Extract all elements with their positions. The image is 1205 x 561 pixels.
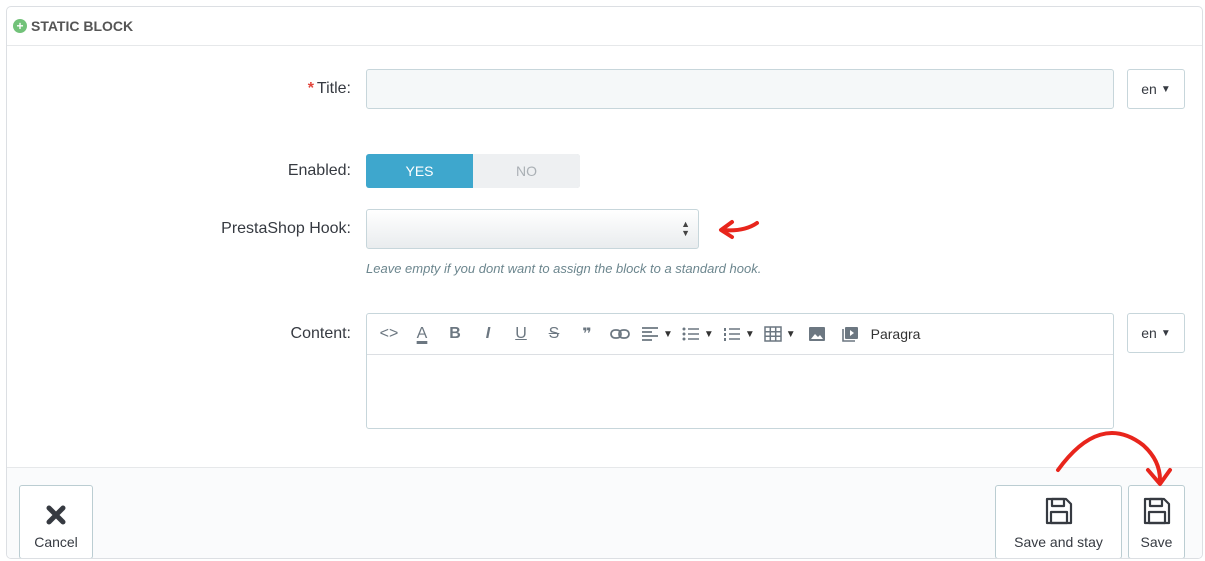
- insert-media-button[interactable]: [838, 320, 862, 348]
- select-arrows-icon: ▲ ▼: [681, 219, 690, 238]
- enabled-switch[interactable]: YES NO: [366, 154, 580, 188]
- content-language-dropdown[interactable]: en ▼: [1127, 313, 1185, 353]
- hook-label: PrestaShop Hook:: [221, 220, 351, 237]
- static-block-panel: + STATIC BLOCK * Title: en ▼ Enabled: YES …: [6, 6, 1203, 559]
- title-language-label: en: [1141, 81, 1157, 97]
- bullet-list-icon: [682, 327, 699, 341]
- close-icon: [46, 505, 66, 525]
- title-input[interactable]: [366, 69, 1114, 109]
- underline-button[interactable]: U: [509, 320, 533, 348]
- enabled-yes-option[interactable]: YES: [366, 154, 473, 188]
- required-mark: *: [307, 80, 314, 97]
- italic-button[interactable]: I: [476, 320, 500, 348]
- hook-help-text: Leave empty if you dont want to assign t…: [366, 261, 762, 276]
- caret-down-icon: ▼: [785, 328, 796, 340]
- caret-down-icon: ▼: [703, 328, 714, 340]
- align-dropdown[interactable]: ▼: [641, 320, 673, 348]
- caret-down-icon: ▼: [1160, 83, 1171, 95]
- caret-down-icon: ▼: [744, 328, 755, 340]
- numbered-list-dropdown[interactable]: ▼: [723, 320, 755, 348]
- numbered-list-icon: [723, 328, 740, 341]
- align-left-icon: [642, 327, 658, 341]
- insert-image-button[interactable]: [805, 320, 829, 348]
- save-and-stay-button[interactable]: Save and stay: [995, 485, 1122, 558]
- strikethrough-button[interactable]: S: [542, 320, 566, 348]
- title-label: * Title:: [307, 80, 351, 97]
- editor-content-area[interactable]: [367, 355, 1113, 428]
- save-button[interactable]: Save: [1128, 485, 1185, 558]
- caret-down-icon: ▼: [1160, 327, 1171, 339]
- cancel-label: Cancel: [34, 534, 78, 550]
- table-dropdown[interactable]: ▼: [763, 320, 796, 348]
- table-icon: [763, 326, 782, 342]
- link-icon: [610, 329, 630, 339]
- strikethrough-icon: S: [548, 325, 560, 342]
- blockquote-button[interactable]: ❞: [575, 320, 599, 348]
- title-language-dropdown[interactable]: en ▼: [1127, 69, 1185, 109]
- media-icon: [841, 327, 858, 342]
- bullet-list-dropdown[interactable]: ▼: [682, 320, 714, 348]
- enabled-label: Enabled:: [287, 162, 351, 179]
- editor-toolbar: <> A B I U S ❞ ▼ ▼ ▼ ▼ Paragra: [367, 314, 1113, 355]
- bold-button[interactable]: B: [443, 320, 467, 348]
- code-icon: <>: [379, 325, 399, 342]
- content-language-label: en: [1141, 325, 1157, 341]
- quote-icon: ❞: [582, 326, 592, 343]
- bold-icon: B: [449, 325, 461, 342]
- hook-select[interactable]: ▲ ▼: [366, 209, 699, 249]
- plus-circle-icon: +: [13, 19, 27, 33]
- save-and-stay-label: Save and stay: [1014, 534, 1103, 550]
- panel-heading: + STATIC BLOCK: [7, 7, 1202, 46]
- save-label: Save: [1140, 534, 1173, 550]
- format-dropdown[interactable]: Paragra: [871, 320, 921, 348]
- caret-down-icon: ▼: [663, 328, 673, 340]
- floppy-disk-icon: [1143, 497, 1170, 525]
- content-editor: <> A B I U S ❞ ▼ ▼ ▼ ▼ Paragra: [366, 313, 1114, 429]
- content-label: Content:: [290, 325, 351, 342]
- image-icon: [808, 327, 825, 341]
- enabled-no-option[interactable]: NO: [473, 154, 580, 188]
- panel-footer: Cancel Save and stay Save: [7, 467, 1202, 558]
- text-color-icon: A: [416, 325, 428, 342]
- panel-title: STATIC BLOCK: [31, 18, 134, 34]
- text-color-button[interactable]: A: [410, 320, 434, 348]
- floppy-disk-icon: [1045, 497, 1072, 525]
- italic-icon: I: [485, 325, 491, 342]
- cancel-button[interactable]: Cancel: [19, 485, 93, 558]
- source-code-button[interactable]: <>: [377, 320, 401, 348]
- link-button[interactable]: [608, 320, 632, 348]
- underline-icon: U: [515, 325, 527, 342]
